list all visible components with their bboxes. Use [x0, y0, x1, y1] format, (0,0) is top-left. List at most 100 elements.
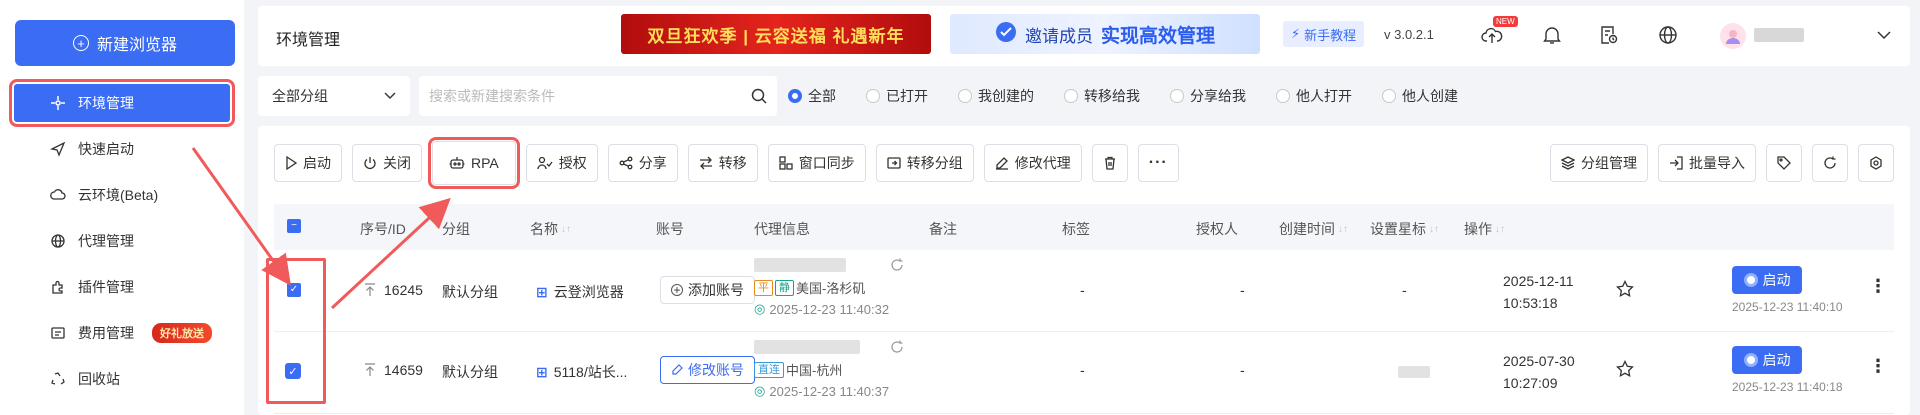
right-toolbar: 分组管理 批量导入 — [1550, 144, 1894, 182]
radio-label: 全部 — [808, 88, 836, 104]
authorize-button[interactable]: 授权 — [525, 144, 598, 182]
promo-banner[interactable]: 双旦狂欢季 | 云容送福 礼遇新年 — [621, 14, 931, 54]
username-blurred — [1754, 28, 1804, 42]
edit-proxy-button[interactable]: 修改代理 — [983, 144, 1082, 182]
transfer-button[interactable]: 转移 — [687, 144, 758, 182]
table-row[interactable]: ✓ 14659 默认分组 ⊞ 5118/站长... 修改账号 直连 中国-杭州 … — [274, 332, 1894, 414]
search-input[interactable] — [429, 88, 729, 104]
radio-dot — [1382, 89, 1396, 103]
select-all-checkbox[interactable]: − — [287, 219, 301, 233]
row-more-menu[interactable]: ⋮ — [1869, 276, 1887, 297]
edit-account-button[interactable]: 修改账号 — [660, 356, 755, 384]
radio-shared-to-me[interactable]: 分享给我 — [1170, 86, 1246, 106]
button-label: RPA — [471, 155, 499, 171]
new-browser-button[interactable]: + 新建浏览器 — [15, 20, 235, 66]
settings-button[interactable] — [1858, 144, 1894, 182]
row-tags: - — [1240, 362, 1245, 378]
tag-button[interactable] — [1766, 144, 1802, 182]
radio-created-by-others[interactable]: 他人创建 — [1382, 86, 1458, 106]
last-launch-time: 2025-12-23 11:40:18 — [1732, 380, 1843, 394]
window-sync-button[interactable]: 窗口同步 — [767, 144, 866, 182]
tutorial-button[interactable]: ⚡ 新手教程 — [1283, 21, 1365, 47]
language-button[interactable] — [1655, 22, 1681, 48]
start-button[interactable]: 启动 — [274, 144, 342, 182]
upload-button[interactable]: NEW — [1479, 16, 1518, 48]
add-account-button[interactable]: + 添加账号 — [660, 276, 755, 304]
refresh-icon — [1824, 156, 1836, 169]
trash-icon — [1104, 156, 1115, 170]
sidebar-item-billing[interactable]: 费用管理 好礼放送 — [0, 310, 244, 356]
plus-circle-icon: + — [671, 284, 683, 296]
row-proxy-cell: 直连 中国-杭州 ◎ 2025-12-23 11:40:37 — [754, 340, 904, 399]
group-manage-button[interactable]: 分组管理 — [1550, 144, 1648, 182]
column-label: 设置星标 — [1370, 221, 1426, 237]
row-name-cell[interactable]: ⊞ 云登浏览器 — [536, 282, 624, 302]
column-header-star[interactable]: 设置星标 ↓↑ — [1370, 219, 1439, 239]
pin-top-icon[interactable] — [364, 283, 376, 297]
tutorial-label: 新手教程 — [1304, 27, 1357, 43]
move-group-button[interactable]: 转移分组 — [875, 144, 974, 182]
invite-icon — [995, 21, 1017, 48]
radio-all[interactable]: 全部 — [788, 86, 836, 106]
created-date: 2025-12-11 — [1503, 273, 1574, 289]
sort-icon: ↓↑ — [1495, 223, 1505, 235]
button-label: 启动 — [1762, 352, 1791, 368]
delete-button[interactable] — [1091, 144, 1128, 182]
send-icon — [50, 141, 66, 157]
row-remark: - — [1080, 362, 1085, 378]
radio-opened-by-others[interactable]: 他人打开 — [1276, 86, 1352, 106]
radio-created-by-me[interactable]: 我创建的 — [958, 86, 1034, 106]
avatar[interactable] — [1720, 23, 1746, 49]
button-label: 添加账号 — [688, 282, 744, 298]
radio-opened[interactable]: 已打开 — [866, 86, 928, 106]
sidebar-item-plugins[interactable]: 插件管理 — [0, 264, 244, 310]
sidebar-item-env[interactable]: 环境管理 — [9, 79, 235, 127]
user-menu-dropdown[interactable] — [1871, 22, 1897, 48]
play-icon — [286, 156, 297, 170]
button-label: 修改账号 — [688, 362, 744, 378]
sidebar-item-recycle[interactable]: 回收站 — [0, 356, 244, 402]
more-button[interactable]: ··· — [1137, 144, 1179, 182]
group-select[interactable]: 全部分组 — [258, 76, 410, 116]
proxy-location: 美国-洛杉矶 — [796, 281, 866, 296]
launch-button[interactable]: 启动 — [1732, 266, 1802, 294]
batch-import-button[interactable]: 批量导入 — [1658, 144, 1756, 182]
new-browser-label: 新建浏览器 — [96, 37, 177, 54]
search-icon[interactable] — [751, 88, 767, 104]
notification-button[interactable] — [1539, 22, 1565, 48]
radio-label: 已打开 — [886, 88, 928, 104]
star-toggle[interactable] — [1616, 279, 1634, 301]
row-name-cell[interactable]: ⊞ 5118/站长... — [536, 362, 627, 382]
star-toggle[interactable] — [1616, 359, 1634, 381]
row-more-menu[interactable]: ⋮ — [1869, 356, 1887, 377]
log-button[interactable] — [1596, 22, 1622, 48]
sidebar-item-label: 云环境(Beta) — [78, 187, 159, 203]
pin-top-icon[interactable] — [364, 363, 376, 377]
invite-banner[interactable]: 邀请成员 实现高效管理 — [950, 14, 1260, 54]
radio-transferred-to-me[interactable]: 转移给我 — [1064, 86, 1140, 106]
row-name: 云登浏览器 — [553, 284, 624, 300]
refresh-button[interactable] — [1812, 144, 1848, 182]
refresh-icon[interactable] — [890, 258, 904, 272]
rpa-button[interactable]: RPA — [428, 137, 520, 189]
sidebar-item-proxy[interactable]: 代理管理 — [0, 218, 244, 264]
close-button[interactable]: 关闭 — [352, 144, 422, 182]
robot-icon — [449, 157, 465, 169]
column-label: 序号/ID — [360, 221, 406, 237]
globe-icon — [50, 233, 66, 249]
sidebar-item-cloud[interactable]: 云环境(Beta) — [0, 172, 244, 218]
row-group: 默认分组 — [442, 364, 498, 380]
sidebar: + 新建浏览器 环境管理 快速启动 云环境(Beta) 代理管理 插件管理 费用… — [0, 0, 244, 415]
column-header-name[interactable]: 名称 ↓↑ — [530, 219, 571, 239]
sidebar-item-quick-start[interactable]: 快速启动 — [0, 126, 244, 172]
layers-icon — [1561, 156, 1575, 170]
refresh-icon[interactable] — [890, 340, 904, 354]
authorized-user-blurred — [1398, 366, 1430, 378]
column-header-ops[interactable]: 操作 ↓↑ — [1464, 219, 1505, 239]
table-row[interactable]: ✓ 16245 默认分组 ⊞ 云登浏览器 +添加账号 平 静 美国-洛杉矶 ◎ — [274, 250, 1894, 332]
share-button[interactable]: 分享 — [607, 144, 678, 182]
launch-button[interactable]: 启动 — [1732, 346, 1802, 374]
column-header-created[interactable]: 创建时间 ↓↑ — [1279, 219, 1348, 239]
row-id: 16245 — [384, 282, 423, 298]
proxy-tag: 平 — [754, 279, 773, 296]
